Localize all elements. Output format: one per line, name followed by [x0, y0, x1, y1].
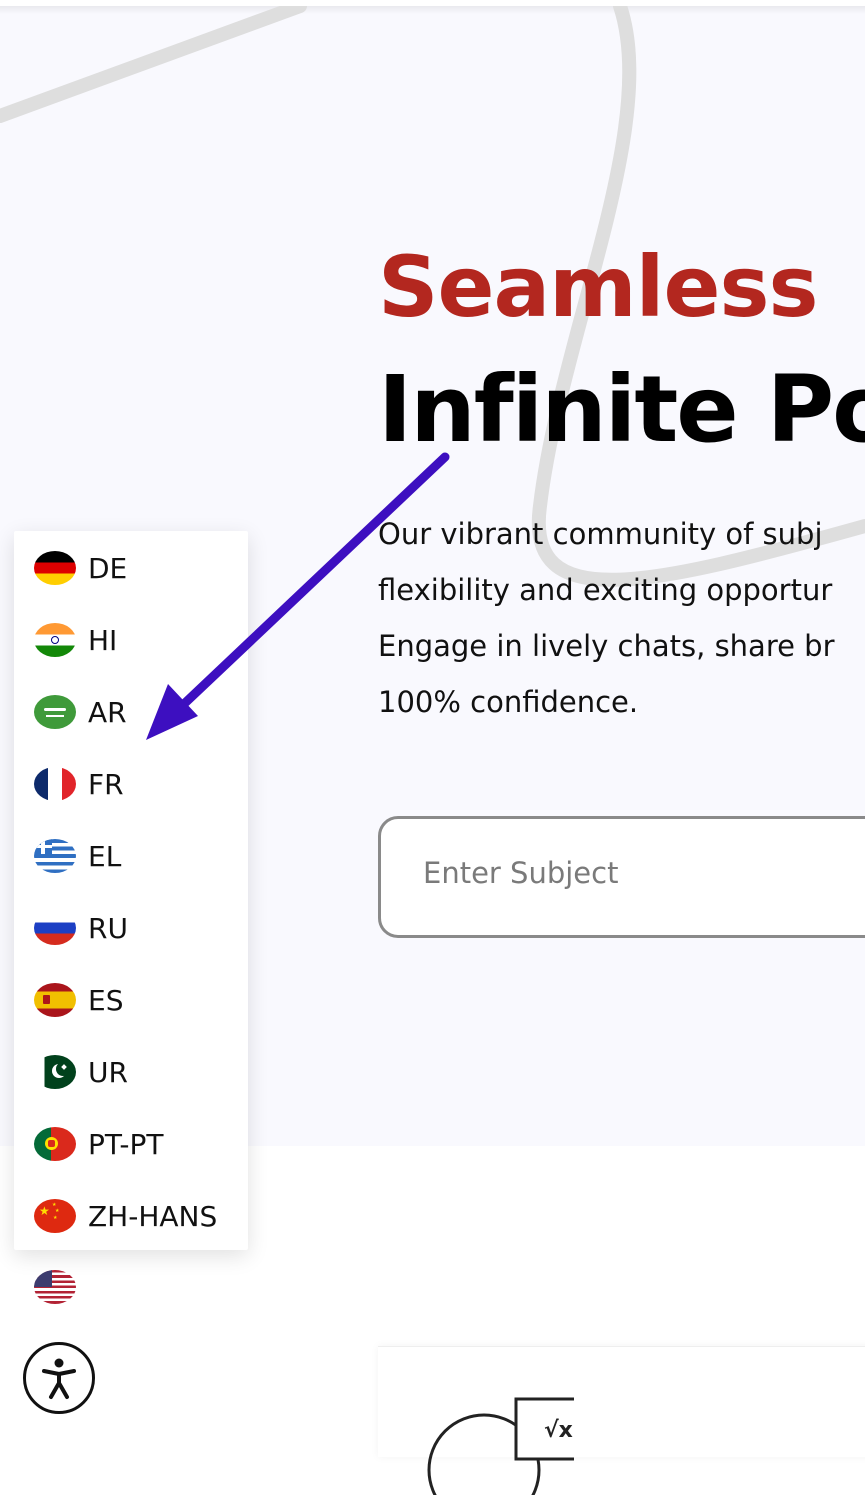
india-flag-icon	[34, 623, 76, 657]
language-option-ur[interactable]: UR	[34, 1047, 128, 1097]
current-language-usa-flag-icon[interactable]	[34, 1270, 76, 1304]
feature-card: √x	[378, 1346, 865, 1495]
description-line: Our vibrant community of subj	[378, 517, 823, 551]
headline-main: Infinite Po	[378, 356, 865, 463]
language-label: PT-PT	[88, 1127, 164, 1161]
language-label: ZH-HANS	[88, 1199, 218, 1233]
language-label: HI	[88, 623, 118, 657]
language-option-zh-hans[interactable]: ★ ★ ★ ★ ZH-HANS	[34, 1191, 217, 1241]
china-flag-icon: ★ ★ ★ ★	[34, 1199, 76, 1233]
headline-accent: Seamless	[378, 238, 818, 336]
language-option-ar[interactable]: AR	[34, 687, 127, 737]
france-flag-icon	[34, 767, 76, 801]
hero-description: Our vibrant community of subj flexibilit…	[378, 506, 865, 730]
description-line: 100% confidence.	[378, 685, 639, 719]
language-label: EL	[88, 839, 122, 873]
subject-input[interactable]	[421, 855, 845, 891]
svg-text:√x: √x	[544, 1418, 573, 1443]
description-line: flexibility and exciting opportur	[378, 573, 833, 607]
spain-flag-icon	[34, 983, 76, 1017]
language-label: FR	[88, 767, 124, 801]
language-option-de[interactable]: DE	[34, 543, 127, 593]
language-option-fr[interactable]: FR	[34, 759, 124, 809]
pakistan-flag-icon	[34, 1055, 76, 1089]
language-option-el[interactable]: EL	[34, 831, 121, 881]
language-option-hi[interactable]: HI	[34, 615, 117, 665]
accessibility-icon	[42, 1358, 76, 1399]
language-option-pt-pt[interactable]: PT-PT	[34, 1119, 164, 1169]
language-label: AR	[88, 695, 127, 729]
language-label: DE	[88, 551, 128, 585]
language-option-ru[interactable]: RU	[34, 903, 128, 953]
language-label: ES	[88, 983, 124, 1017]
math-teacher-icon: √x	[427, 1397, 574, 1495]
language-menu: DE HI AR FR EL RU ES UR PT-PT ★ ★ ★ ★ ZH…	[14, 531, 248, 1250]
saudi-arabia-flag-icon	[34, 695, 76, 729]
language-label: RU	[88, 911, 128, 945]
description-line: Engage in lively chats, share br	[378, 629, 835, 663]
subject-search-box[interactable]	[378, 816, 865, 938]
greece-flag-icon	[34, 839, 76, 873]
germany-flag-icon	[34, 551, 76, 585]
portugal-flag-icon	[34, 1127, 76, 1161]
language-label: UR	[88, 1055, 128, 1089]
accessibility-button[interactable]	[23, 1342, 95, 1414]
language-option-es[interactable]: ES	[34, 975, 123, 1025]
russia-flag-icon	[34, 911, 76, 945]
